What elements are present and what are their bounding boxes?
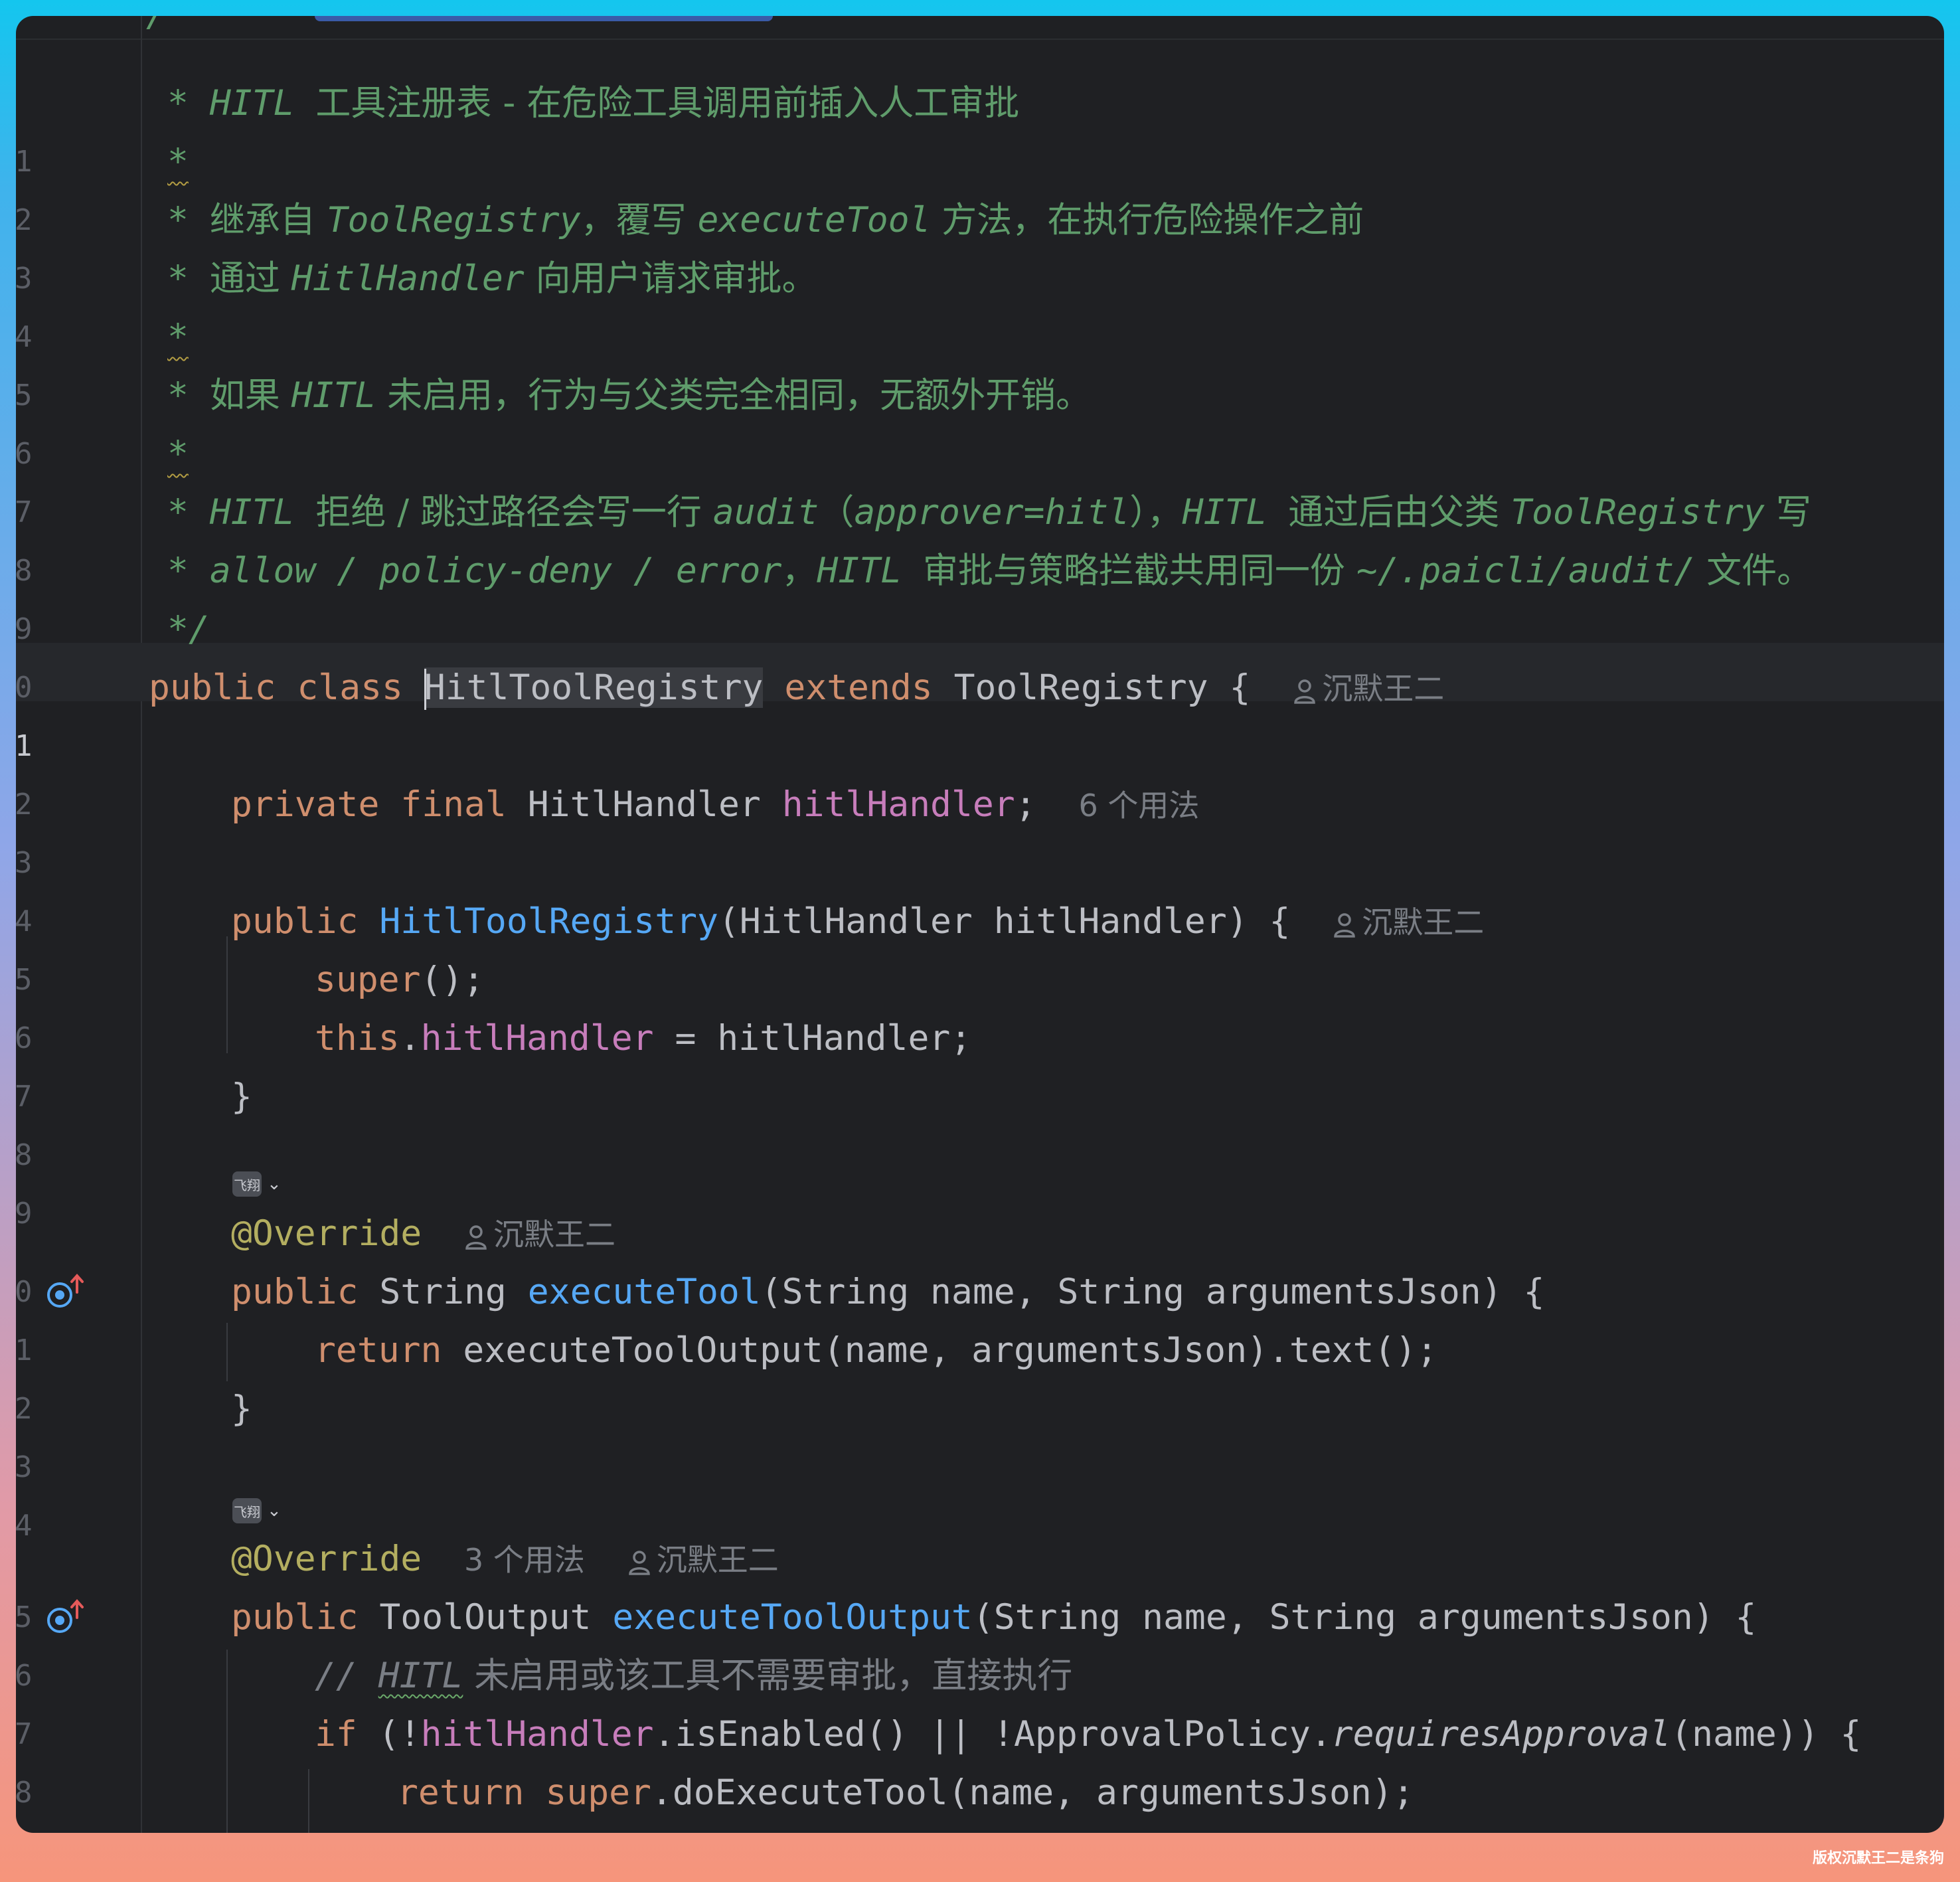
user-icon xyxy=(1294,679,1315,704)
code-line[interactable]: 8 } xyxy=(16,1068,1944,1172)
javadoc-line: * 继承自 ToolRegistry，覆写 executeTool 方法，在执行… xyxy=(167,200,1364,240)
code-line[interactable]: 2 * xyxy=(16,133,1944,237)
code-line[interactable]: 2 xyxy=(16,717,1944,821)
code-line[interactable]: 7 * xyxy=(16,425,1944,529)
method-signature: public ToolOutput executeToolOutput(Stri… xyxy=(231,1597,1757,1638)
code-line[interactable]: 2 return executeToolOutput(name, argumen… xyxy=(16,1322,1944,1426)
comment-fragment: / xyxy=(146,16,167,44)
annotation-line: @Override 沉默王二 xyxy=(231,1213,616,1254)
usages-hint[interactable]: 6 个用法 xyxy=(1078,788,1199,823)
code-line[interactable]: 8 * HITL 拒绝 / 跳过路径会写一行 audit（approver=hi… xyxy=(16,483,1944,588)
line-number: 9 xyxy=(16,1822,41,1833)
annotation-line: @Override 3 个用法 沉默王二 xyxy=(231,1539,779,1579)
user-icon xyxy=(465,1225,487,1250)
code-line[interactable]: 1 * HITL 工具注册表 - 在危险工具调用前插入人工审批 xyxy=(16,74,1944,179)
return-statement: return super.doExecuteTool(name, argumen… xyxy=(397,1772,1414,1813)
author-hint[interactable]: 沉默王二 xyxy=(1333,904,1484,940)
closing-brace: } xyxy=(231,1389,252,1429)
if-statement: if (!hitlHandler.isEnabled() || !Approva… xyxy=(315,1714,1862,1754)
fold-widget[interactable]: 飞翔 ⌄ xyxy=(232,1498,282,1523)
fold-widget[interactable]: 飞翔 ⌄ xyxy=(232,1171,282,1197)
javadoc-line: * allow / policy-deny / error，HITL 审批与策略… xyxy=(167,551,1813,591)
author-hint[interactable]: 沉默王二 xyxy=(464,1217,615,1252)
code-line[interactable]: 5 @Override 3 个用法 沉默王二 xyxy=(16,1530,1944,1634)
code-line[interactable]: 1 public String executeTool(String name,… xyxy=(16,1263,1944,1367)
field-assignment: this.hitlHandler = hitlHandler; xyxy=(315,1018,972,1059)
user-icon xyxy=(628,1550,650,1575)
javadoc-line: * 通过 HitlHandler 向用户请求审批。 xyxy=(167,258,817,299)
javadoc-line: * xyxy=(167,434,189,474)
code-line[interactable]: 4 xyxy=(16,1438,1944,1543)
code-line[interactable]: 6 super(); xyxy=(16,951,1944,1055)
code-line[interactable]: 0 */ xyxy=(16,600,1944,705)
code-line[interactable]: / xyxy=(16,16,1944,44)
code-line[interactable]: 3 private final HitlHandler hitlHandler;… xyxy=(16,776,1944,880)
javadoc-line: * HITL 拒绝 / 跳过路径会写一行 audit（approver=hitl… xyxy=(167,492,1811,533)
code-line[interactable]: 9 * allow / policy-deny / error，HITL 审批与… xyxy=(16,542,1944,646)
usages-hint[interactable]: 3 个用法 xyxy=(464,1542,585,1578)
code-editor[interactable]: / 1 * HITL 工具注册表 - 在危险工具调用前插入人工审批 2 * 3 … xyxy=(16,16,1944,1833)
watermark: 版权沉默王二是条狗 xyxy=(1812,1850,1944,1867)
code-line[interactable]: 5 public HitlToolRegistry(HitlHandler hi… xyxy=(16,893,1944,997)
class-name-highlight: HitlToolRegistry xyxy=(424,667,764,711)
line-comment: // HITL 未启用或该工具不需要审批，直接执行 xyxy=(315,1656,1073,1696)
author-hint[interactable]: 沉默王二 xyxy=(627,1542,779,1578)
code-line[interactable]: 6 * 如果 HITL 未启用，行为与父类完全相同，无额外开销。 xyxy=(16,367,1944,471)
code-line[interactable]: 8 if (!hitlHandler.isEnabled() || !Appro… xyxy=(16,1705,1944,1810)
super-call: super(); xyxy=(315,960,485,1000)
fold-widget-icon: 飞翔 xyxy=(232,1171,262,1197)
code-line[interactable]: 9 xyxy=(16,1126,1944,1231)
user-icon xyxy=(1334,912,1356,938)
override-method-icon[interactable] xyxy=(44,1598,90,1638)
code-line[interactable]: 0 @Override 沉默王二 xyxy=(16,1205,1944,1309)
code-line[interactable]: 9 return super.doExecuteTool(name, argum… xyxy=(16,1764,1944,1822)
code-line[interactable]: 3 } xyxy=(16,1380,1944,1484)
code-line[interactable]: 3 * 继承自 ToolRegistry，覆写 executeTool 方法，在… xyxy=(16,191,1944,296)
author-hint[interactable]: 沉默王二 xyxy=(1293,671,1444,707)
field-declaration: private final HitlHandler hitlHandler; 6… xyxy=(231,784,1200,825)
javadoc-line: * 如果 HITL 未启用，行为与父类完全相同，无额外开销。 xyxy=(167,375,1092,416)
closing-brace: } xyxy=(231,1076,252,1117)
chevron-down-icon: ⌄ xyxy=(267,1174,282,1194)
class-declaration: public class HitlToolRegistry extends To… xyxy=(149,659,1444,718)
method-signature: public String executeTool(String name, S… xyxy=(231,1272,1545,1312)
code-line-current[interactable]: 1 public class HitlToolRegistry extends … xyxy=(16,659,1944,763)
chevron-down-icon: ⌄ xyxy=(267,1501,282,1521)
code-line[interactable]: 4 xyxy=(16,834,1944,938)
constructor-declaration: public HitlToolRegistry(HitlHandler hitl… xyxy=(231,901,1485,942)
javadoc-line: * HITL 工具注册表 - 在危险工具调用前插入人工审批 xyxy=(167,83,1020,124)
code-line[interactable]: 6 public ToolOutput executeToolOutput(St… xyxy=(16,1588,1944,1693)
return-statement: return executeToolOutput(name, arguments… xyxy=(315,1330,1438,1371)
code-line[interactable]: 7 // HITL 未启用或该工具不需要审批，直接执行 xyxy=(16,1647,1944,1751)
javadoc-line: * xyxy=(167,317,189,357)
code-line[interactable]: 5 * xyxy=(16,308,1944,412)
javadoc-end: */ xyxy=(167,609,210,649)
javadoc-line: * xyxy=(167,141,189,182)
override-method-icon[interactable] xyxy=(44,1272,90,1312)
code-line[interactable]: 4 * 通过 HitlHandler 向用户请求审批。 xyxy=(16,250,1944,354)
code-line[interactable]: 7 this.hitlHandler = hitlHandler; xyxy=(16,1009,1944,1114)
fold-widget-icon: 飞翔 xyxy=(232,1498,262,1523)
